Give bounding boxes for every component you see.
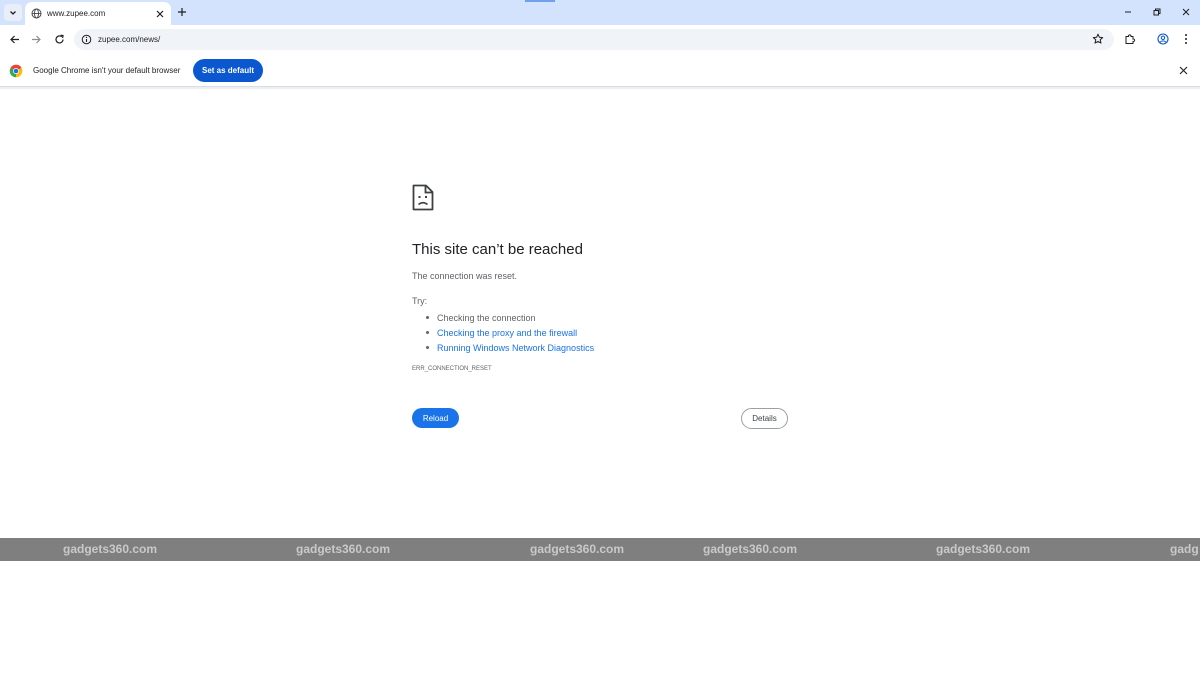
arrow-right-icon xyxy=(31,35,41,43)
watermark-text: gadgets360.com xyxy=(63,542,158,556)
suggestion-check-connection: Checking the connection xyxy=(437,312,536,323)
chrome-logo-icon xyxy=(9,64,23,78)
error-subtitle: The connection was reset. xyxy=(412,271,518,281)
tab-title: www.zupee.com xyxy=(47,9,106,18)
set-as-default-button[interactable]: Set as default xyxy=(193,59,263,82)
address-url: zupee.com/news/ xyxy=(98,35,161,44)
infobar-message: Google Chrome isn't your default browser xyxy=(33,66,181,75)
active-tab[interactable]: www.zupee.com xyxy=(25,2,171,25)
suggestion-list: Checking the connection Checking the pro… xyxy=(426,310,594,355)
details-button[interactable]: Details xyxy=(741,408,788,429)
list-item: Running Windows Network Diagnostics xyxy=(426,340,594,355)
error-code: ERR_CONNECTION_RESET xyxy=(412,366,492,372)
reload-page-button[interactable]: Reload xyxy=(412,408,459,428)
site-info-icon[interactable] xyxy=(81,34,92,45)
tab-drag-indicator xyxy=(525,0,555,2)
tab-strip: www.zupee.com xyxy=(0,0,1200,25)
new-tab-button[interactable] xyxy=(176,6,188,18)
extensions-button[interactable] xyxy=(1123,32,1137,46)
forward-button[interactable] xyxy=(29,32,43,46)
back-button[interactable] xyxy=(7,32,21,46)
profile-button[interactable] xyxy=(1156,32,1170,46)
restore-icon xyxy=(1153,8,1161,16)
bookmark-star-icon[interactable] xyxy=(1092,33,1104,45)
error-title: This site can’t be reached xyxy=(412,241,583,258)
puzzle-icon xyxy=(1125,34,1136,44)
account-icon xyxy=(1157,33,1169,45)
refresh-icon xyxy=(54,34,64,44)
plus-icon xyxy=(178,8,186,16)
globe-icon xyxy=(31,8,42,19)
bullet-icon xyxy=(426,346,429,349)
watermark-text: gadgets360.com xyxy=(703,542,798,556)
tab-close-icon[interactable] xyxy=(155,9,165,19)
list-item: Checking the connection xyxy=(426,310,594,325)
reload-button[interactable] xyxy=(52,32,66,46)
tab-search-button[interactable] xyxy=(4,4,22,21)
bullet-icon xyxy=(426,316,429,319)
toolbar: zupee.com/news/ xyxy=(0,25,1200,53)
kebab-menu-icon xyxy=(1185,34,1187,44)
infobar-divider xyxy=(0,87,1200,89)
try-label: Try: xyxy=(412,296,428,306)
suggestion-proxy-firewall-link[interactable]: Checking the proxy and the firewall xyxy=(437,328,577,338)
watermark-text-partial: gadg xyxy=(1170,542,1199,556)
list-item: Checking the proxy and the firewall xyxy=(426,325,594,340)
menu-button[interactable] xyxy=(1179,32,1193,46)
watermark-text: gadgets360.com xyxy=(296,542,391,556)
bullet-icon xyxy=(426,331,429,334)
infobar-close-icon[interactable] xyxy=(1178,65,1189,76)
watermark-band: gadgets360.com gadgets360.com gadgets360… xyxy=(0,538,1200,561)
suggestion-network-diagnostics-link[interactable]: Running Windows Network Diagnostics xyxy=(437,343,594,353)
chevron-down-icon xyxy=(10,10,16,15)
close-icon xyxy=(1182,8,1190,16)
minimize-icon xyxy=(1125,11,1131,13)
watermark-text: gadgets360.com xyxy=(936,542,1031,556)
close-window-button[interactable] xyxy=(1179,5,1193,19)
address-bar[interactable]: zupee.com/news/ xyxy=(74,29,1114,50)
sad-page-icon xyxy=(412,184,434,211)
minimize-button[interactable] xyxy=(1121,5,1135,19)
default-browser-infobar: Google Chrome isn't your default browser… xyxy=(0,55,1200,87)
watermark-text: gadgets360.com xyxy=(530,542,625,556)
restore-button[interactable] xyxy=(1150,5,1164,19)
arrow-left-icon xyxy=(9,35,19,43)
